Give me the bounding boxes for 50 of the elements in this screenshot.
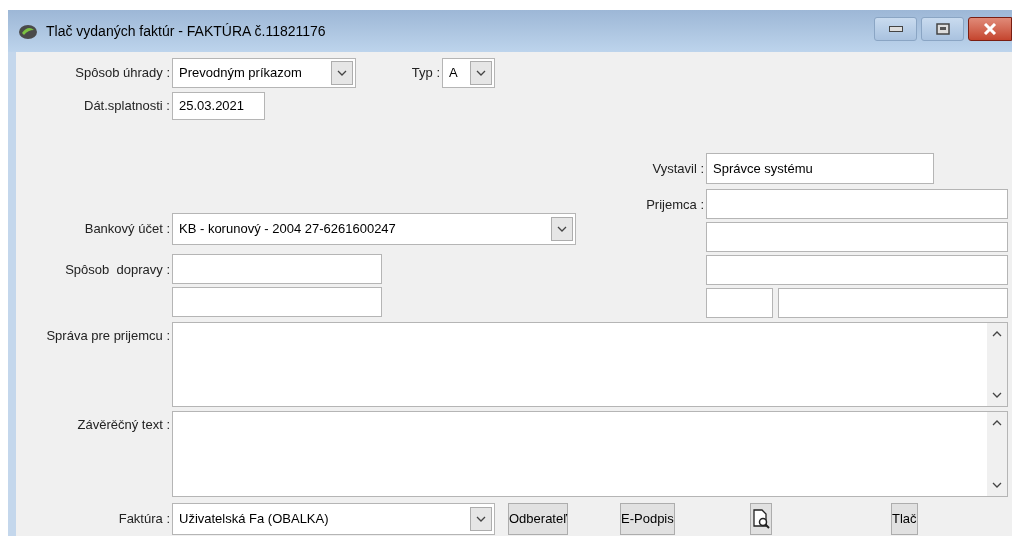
chevron-down-icon[interactable] xyxy=(476,516,486,522)
print-preview-icon xyxy=(751,509,771,529)
dropdown-toggle[interactable] xyxy=(470,61,492,85)
field-label: Spôsob úhrady : xyxy=(75,64,170,83)
chevron-up-icon[interactable] xyxy=(992,420,1002,426)
text-field[interactable] xyxy=(706,222,1008,252)
chevron-down-icon[interactable] xyxy=(557,226,567,232)
dropdown-toggle[interactable] xyxy=(551,217,573,241)
dropdown-field[interactable]: KB - korunový - 2004 27-6261600247 xyxy=(172,213,576,245)
chevron-up-icon[interactable] xyxy=(992,331,1002,337)
dropdown-toggle[interactable] xyxy=(331,61,353,85)
app-logo-icon xyxy=(18,22,38,40)
chevron-down-icon[interactable] xyxy=(992,392,1002,398)
text-field[interactable] xyxy=(706,189,1008,219)
scrollbar[interactable] xyxy=(987,412,1007,496)
action-button[interactable]: Odberateľ xyxy=(508,503,568,535)
chevron-down-icon[interactable] xyxy=(992,482,1002,488)
field-label: Bankový účet : xyxy=(84,220,170,239)
action-button[interactable]: Tlač xyxy=(891,503,918,535)
field-label: Dát.splatnosti : xyxy=(84,97,170,116)
text-field[interactable] xyxy=(706,288,773,318)
chevron-down-icon[interactable] xyxy=(337,70,347,76)
text-field[interactable] xyxy=(172,254,382,284)
field-label: Závěrěčný text : xyxy=(77,416,170,434)
window-title: Tlač vydaných faktúr - FAKTÚRA č.11821176 xyxy=(46,21,326,41)
text-field[interactable] xyxy=(172,287,382,317)
field-label: Faktúra : xyxy=(118,510,170,529)
scrollbar[interactable] xyxy=(987,323,1007,406)
dropdown-toggle[interactable] xyxy=(470,507,492,531)
maximize-button[interactable] xyxy=(921,17,964,41)
field-label: Správa pre prijemcu : xyxy=(46,327,170,345)
field-label: Spôsob dopravy : xyxy=(65,261,170,279)
field-label: Prijemca : xyxy=(646,196,704,214)
field-label: Typ : xyxy=(411,64,440,83)
dropdown-field[interactable]: A xyxy=(442,58,495,88)
dropdown-field[interactable]: Prevodným príkazom xyxy=(172,58,356,88)
close-button[interactable] xyxy=(968,17,1012,41)
field-label: Vystavil : xyxy=(652,159,704,178)
action-button[interactable]: E-Podpis xyxy=(620,503,675,535)
dropdown-field[interactable]: Uživatelská Fa (OBALKA) xyxy=(172,503,495,535)
text-field[interactable]: 25.03.2021 xyxy=(172,92,265,120)
text-field[interactable] xyxy=(706,255,1008,285)
text-field[interactable] xyxy=(778,288,1008,318)
preview-button[interactable] xyxy=(750,503,772,535)
chevron-down-icon[interactable] xyxy=(476,70,486,76)
maximize-icon xyxy=(935,23,950,35)
close-icon xyxy=(983,23,997,35)
minimize-button[interactable] xyxy=(874,17,917,41)
minimize-icon xyxy=(888,26,903,32)
text-field[interactable]: Správce systému xyxy=(706,153,934,184)
